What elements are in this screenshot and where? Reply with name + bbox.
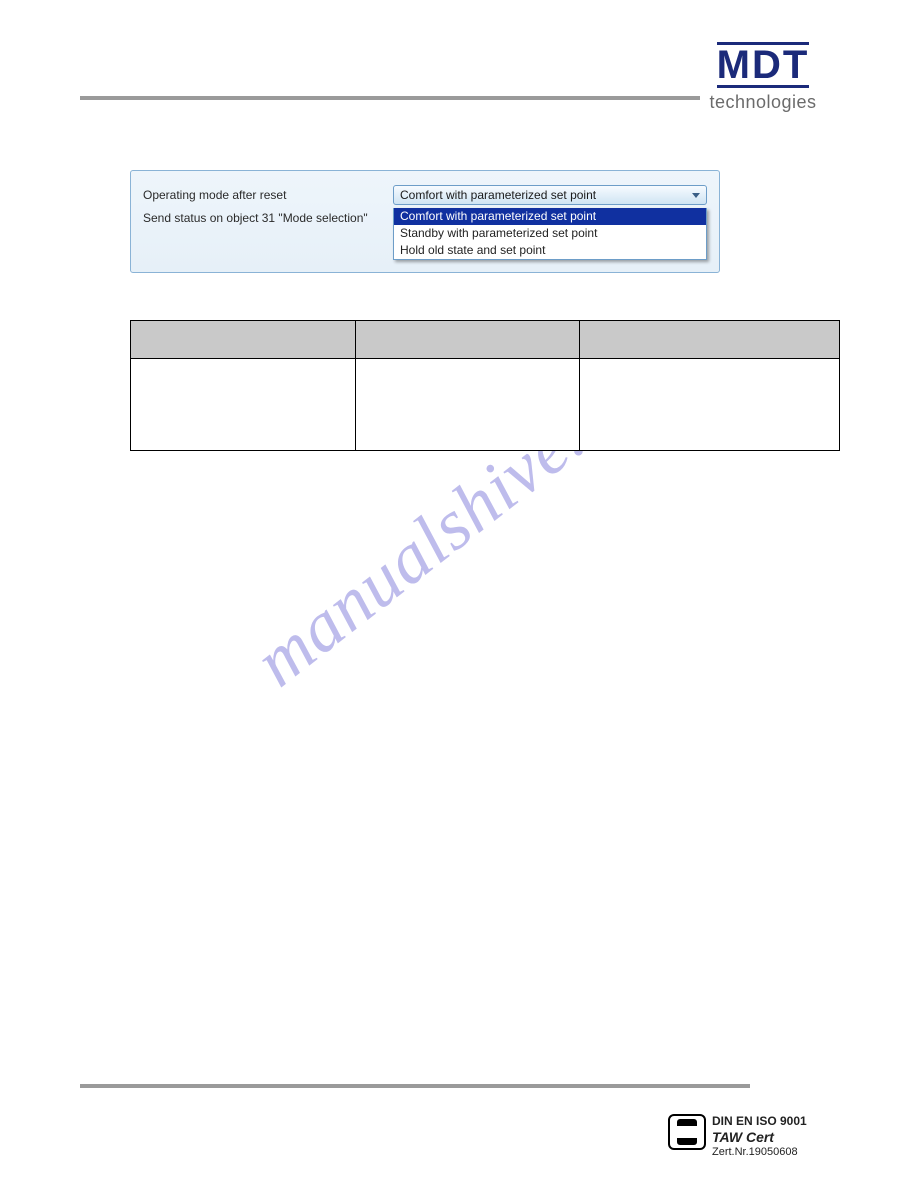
cert-text: DIN EN ISO 9001 TAW Cert Zert.Nr.1905060… — [712, 1114, 807, 1160]
table-header-cell — [580, 321, 840, 359]
table-header-cell — [355, 321, 580, 359]
brand-mark: MDT — [717, 42, 810, 88]
dropdown-option[interactable]: Comfort with parameterized set point — [394, 208, 706, 225]
table-header-cell — [131, 321, 356, 359]
brand-subtext: technologies — [678, 92, 848, 113]
dropdown-option[interactable]: Hold old state and set point — [394, 242, 706, 259]
table-cell — [355, 359, 580, 451]
setting-label-operating-mode: Operating mode after reset — [143, 188, 393, 202]
cert-icon — [668, 1114, 706, 1150]
header-divider — [80, 96, 700, 100]
operating-mode-dropdown-list[interactable]: Comfort with parameterized set point Sta… — [393, 208, 707, 260]
cert-line-number: Zert.Nr.19050608 — [712, 1146, 807, 1160]
table-row — [131, 359, 840, 451]
brand-logo: MDT technologies — [678, 42, 848, 113]
parameter-table — [130, 320, 840, 451]
cert-line-taw: TAW Cert — [712, 1129, 807, 1147]
table-cell — [580, 359, 840, 451]
setting-label-send-status: Send status on object 31 "Mode selection… — [143, 209, 393, 225]
operating-mode-combobox[interactable]: Comfort with parameterized set point — [393, 185, 707, 205]
footer-divider — [80, 1084, 750, 1088]
cert-line-iso: DIN EN ISO 9001 — [712, 1114, 807, 1129]
dropdown-option[interactable]: Standby with parameterized set point — [394, 225, 706, 242]
table-header-row — [131, 321, 840, 359]
settings-panel: Operating mode after reset Comfort with … — [130, 170, 720, 273]
certification-badge: DIN EN ISO 9001 TAW Cert Zert.Nr.1905060… — [668, 1114, 848, 1160]
table-cell — [131, 359, 356, 451]
